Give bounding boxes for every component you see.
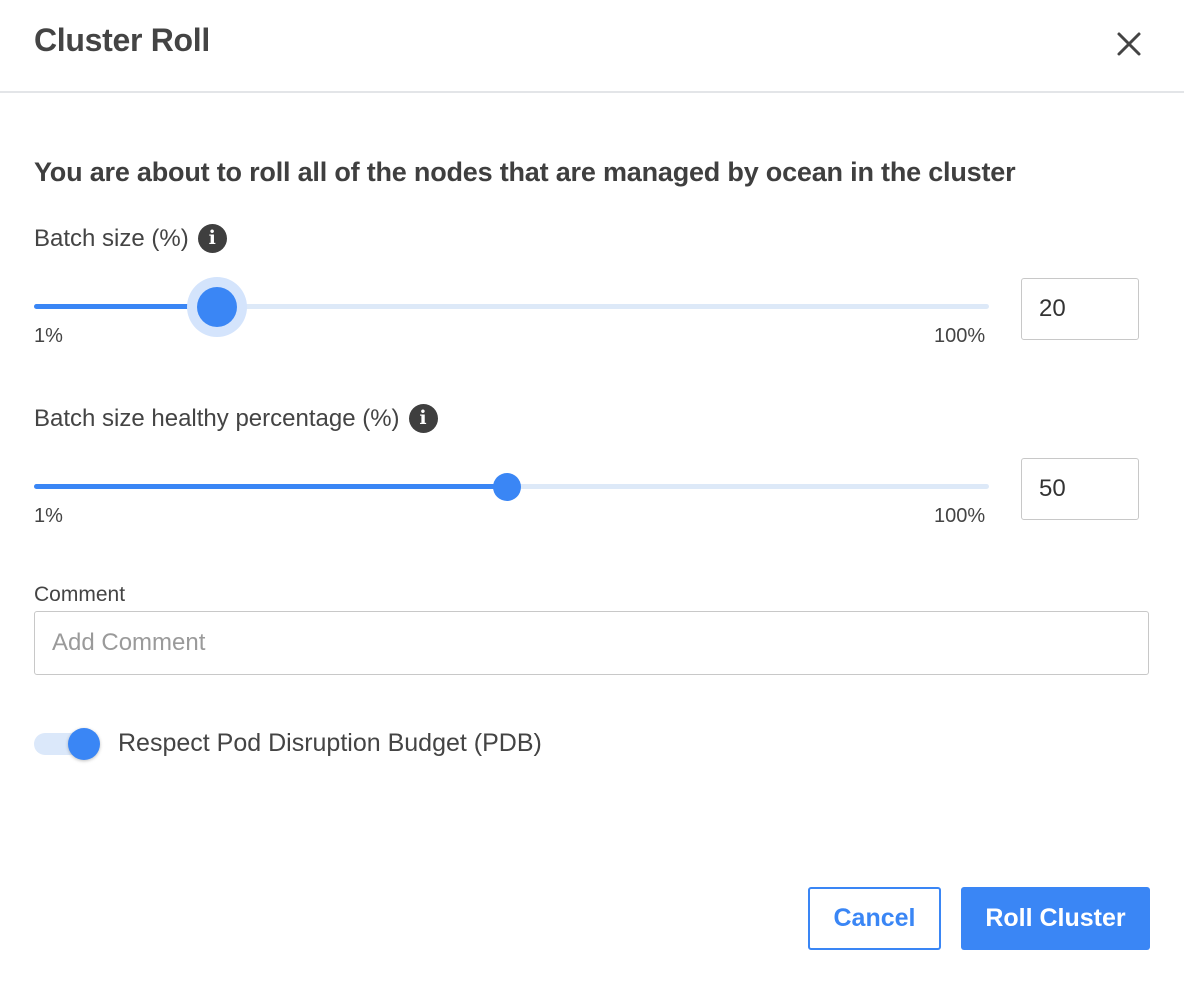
- batch-size-slider[interactable]: [34, 287, 989, 327]
- healthy-percentage-max-label: 100%: [934, 505, 986, 527]
- healthy-percentage-input[interactable]: 50: [1021, 458, 1139, 520]
- toggle-knob: [68, 728, 100, 760]
- comment-input[interactable]: [34, 611, 1149, 675]
- close-icon: [1117, 32, 1141, 56]
- pdb-toggle[interactable]: [34, 728, 100, 760]
- batch-size-max-label: 100%: [934, 325, 986, 347]
- slider-thumb[interactable]: [493, 473, 521, 501]
- batch-size-input[interactable]: 20: [1021, 278, 1139, 340]
- batch-size-label: Batch size (%): [34, 224, 189, 252]
- slider-fill: [34, 484, 507, 489]
- slider-thumb[interactable]: [197, 287, 237, 327]
- pdb-toggle-label: Respect Pod Disruption Budget (PDB): [118, 729, 542, 757]
- dialog-header: Cluster Roll: [0, 0, 1184, 93]
- info-icon[interactable]: i: [197, 224, 227, 253]
- healthy-percentage-slider[interactable]: [34, 467, 989, 507]
- healthy-percentage-min-label: 1%: [34, 505, 63, 527]
- close-button[interactable]: [1112, 27, 1146, 61]
- batch-size-min-label: 1%: [34, 325, 63, 347]
- dialog-title: Cluster Roll: [34, 22, 210, 58]
- batch-size-label-row: Batch size (%) i: [34, 224, 227, 253]
- cancel-button[interactable]: Cancel: [808, 887, 941, 950]
- cluster-roll-dialog: Cluster Roll You are about to roll all o…: [0, 0, 1184, 986]
- info-icon[interactable]: i: [408, 404, 438, 433]
- comment-label: Comment: [34, 583, 126, 606]
- slider-fill: [34, 304, 217, 309]
- healthy-percentage-label: Batch size healthy percentage (%): [34, 404, 400, 432]
- healthy-percentage-label-row: Batch size healthy percentage (%) i: [34, 404, 438, 433]
- intro-text: You are about to roll all of the nodes t…: [34, 157, 1016, 187]
- roll-cluster-button[interactable]: Roll Cluster: [961, 887, 1150, 950]
